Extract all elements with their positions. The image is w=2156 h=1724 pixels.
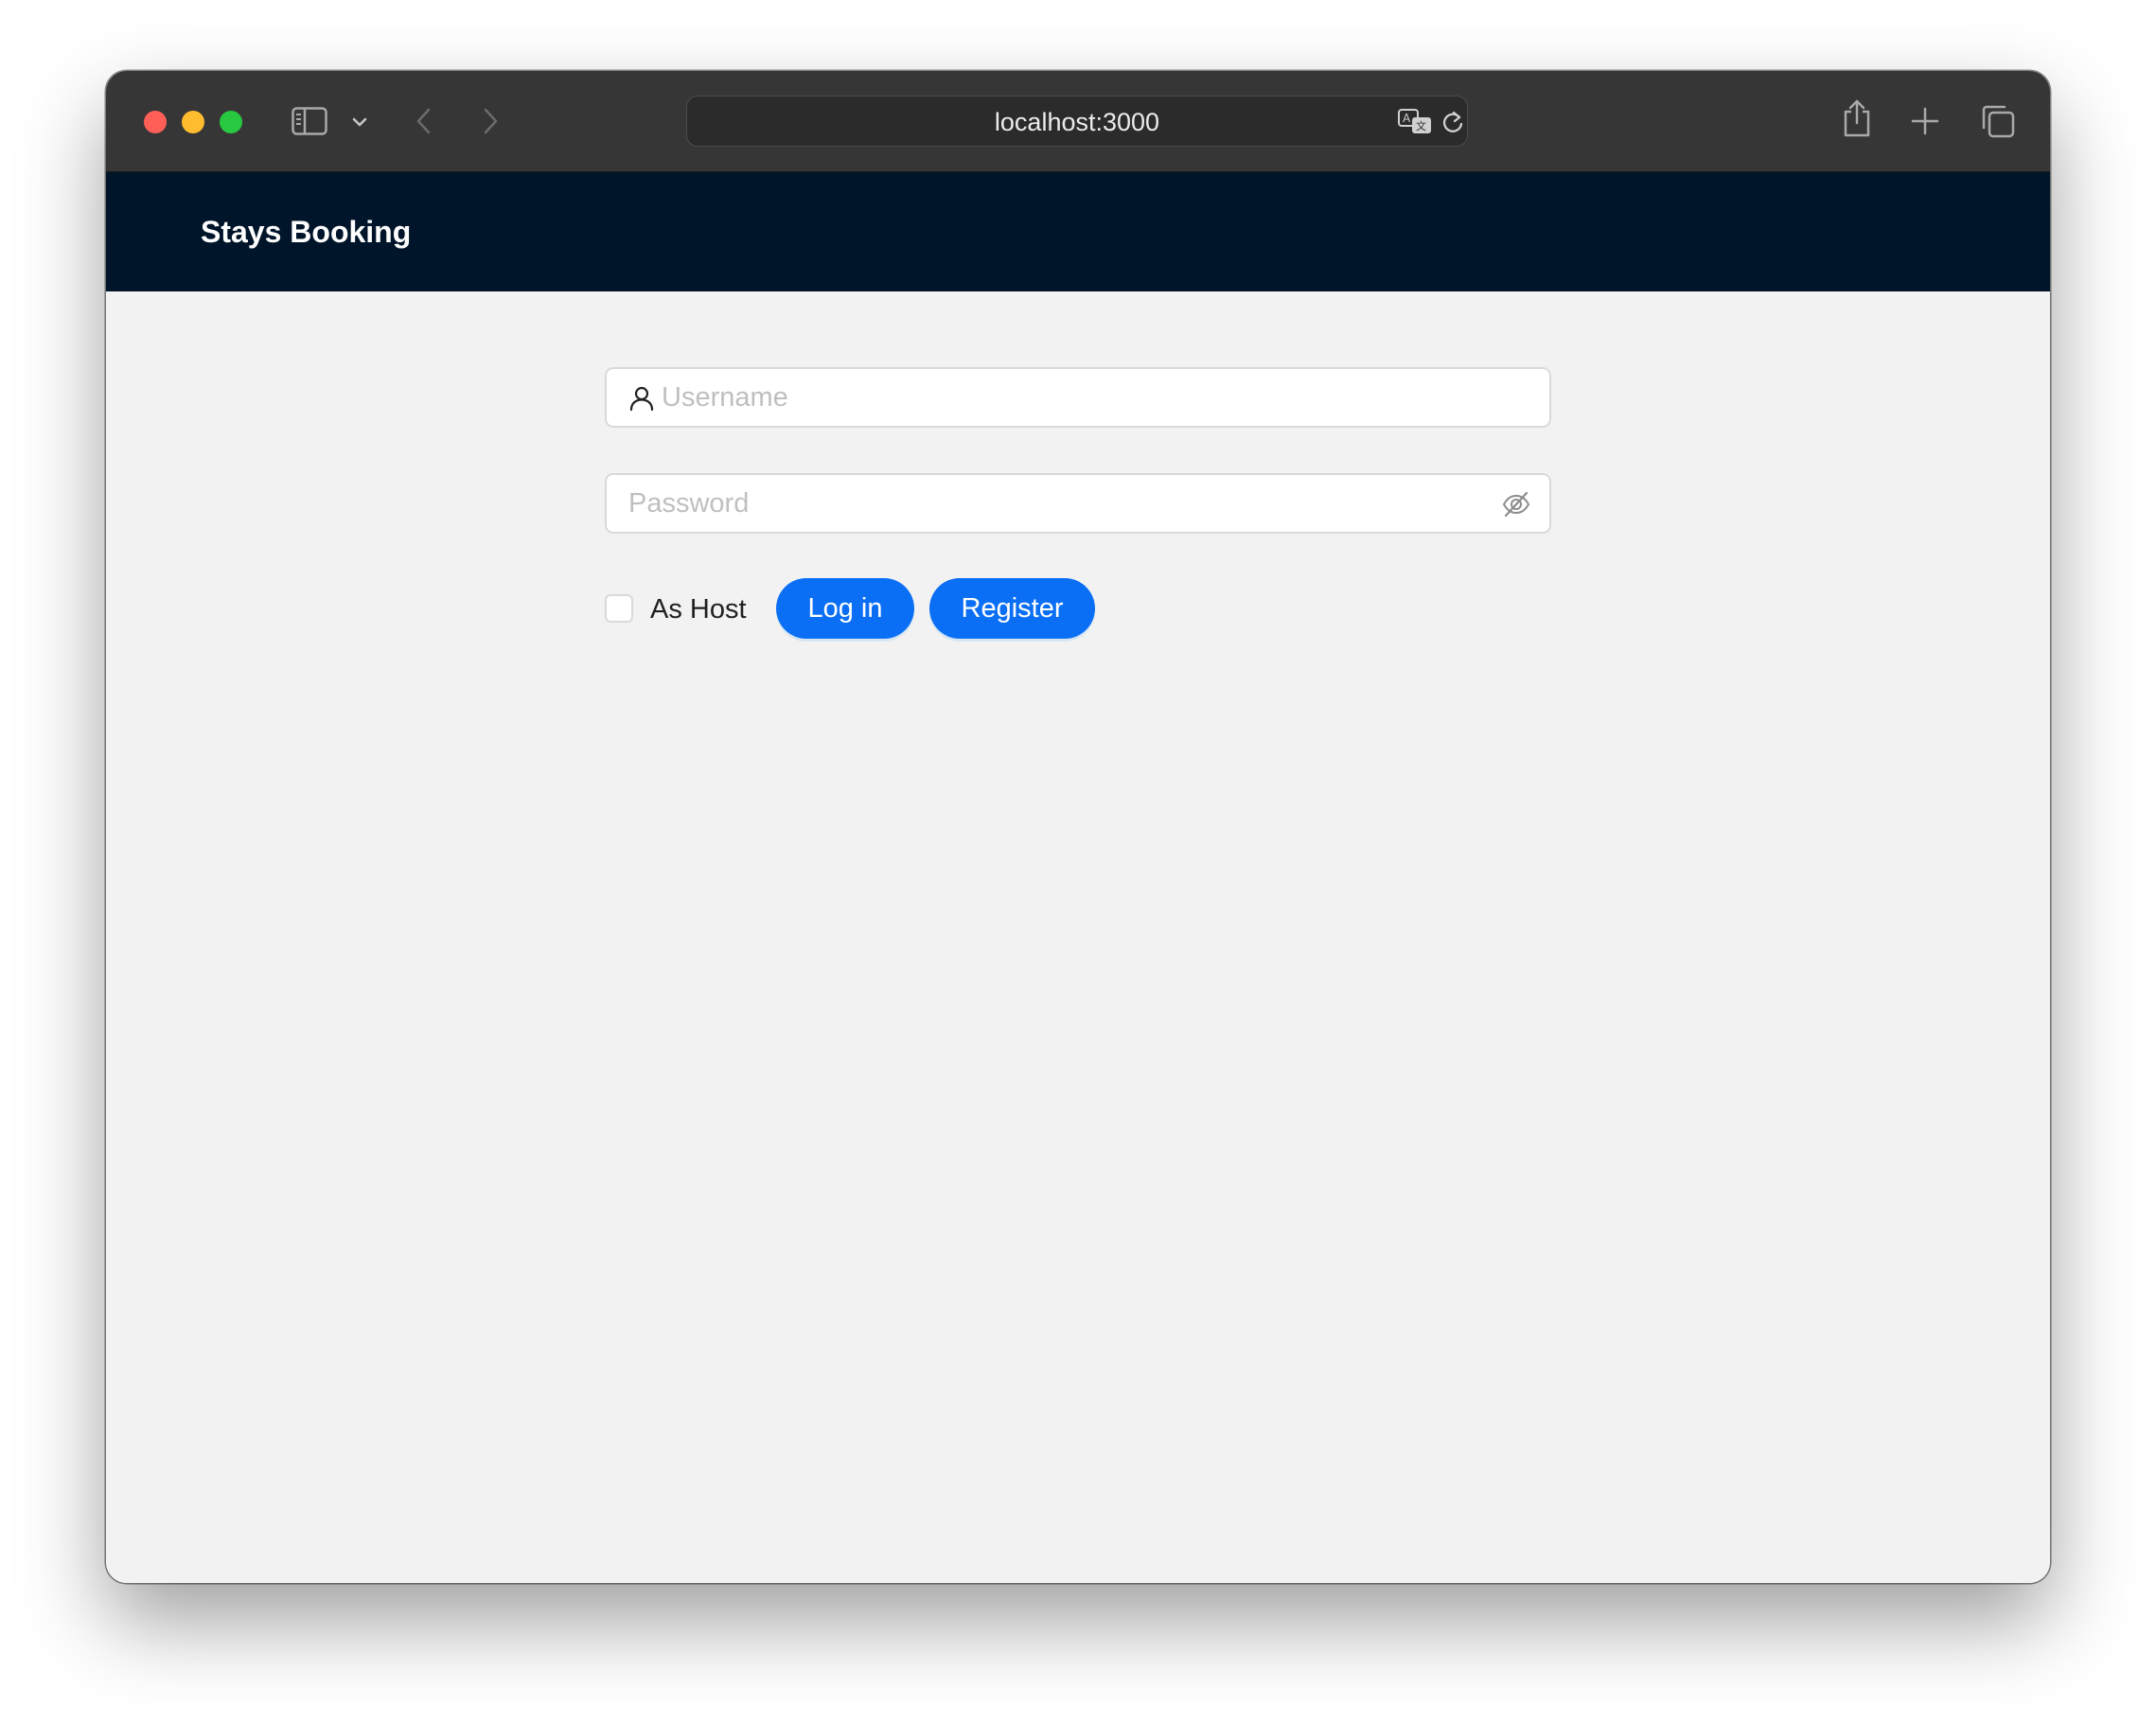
register-button[interactable]: Register <box>929 578 1095 639</box>
password-input[interactable] <box>628 475 1480 532</box>
browser-toolbar: localhost:3000 A 文 <box>106 71 2050 172</box>
tabs-overview-icon[interactable] <box>1980 103 2016 139</box>
reload-icon[interactable] <box>1440 109 1465 135</box>
app-header: Stays Booking <box>106 172 2050 291</box>
share-icon[interactable] <box>1841 98 1873 138</box>
as-host-checkbox[interactable] <box>605 594 633 623</box>
chevron-down-icon[interactable] <box>352 116 367 128</box>
username-input[interactable] <box>662 369 1532 426</box>
svg-text:文: 文 <box>1416 119 1426 132</box>
minimize-window-button[interactable] <box>182 111 204 133</box>
login-page: As Host Log in Register <box>106 291 2050 1583</box>
maximize-window-button[interactable] <box>220 111 242 133</box>
as-host-label[interactable]: As Host <box>650 593 747 625</box>
brand-title[interactable]: Stays Booking <box>201 214 411 250</box>
svg-text:A: A <box>1403 112 1411 125</box>
eye-invisible-icon[interactable] <box>1502 490 1530 519</box>
plus-icon[interactable] <box>1910 106 1940 136</box>
chevron-right-icon[interactable] <box>481 107 500 135</box>
username-field[interactable] <box>605 367 1551 428</box>
address-bar[interactable]: localhost:3000 A 文 <box>686 96 1468 147</box>
translate-icon[interactable]: A 文 <box>1397 108 1435 136</box>
password-field[interactable] <box>605 473 1551 534</box>
login-button[interactable]: Log in <box>776 578 914 639</box>
sidebar-icon[interactable] <box>292 107 327 135</box>
url-text[interactable]: localhost:3000 <box>687 109 1467 135</box>
chevron-left-icon[interactable] <box>415 107 433 135</box>
browser-window: localhost:3000 A 文 Stays Booking Usernam… <box>106 71 2050 1583</box>
close-window-button[interactable] <box>144 111 167 133</box>
user-icon <box>629 386 654 412</box>
